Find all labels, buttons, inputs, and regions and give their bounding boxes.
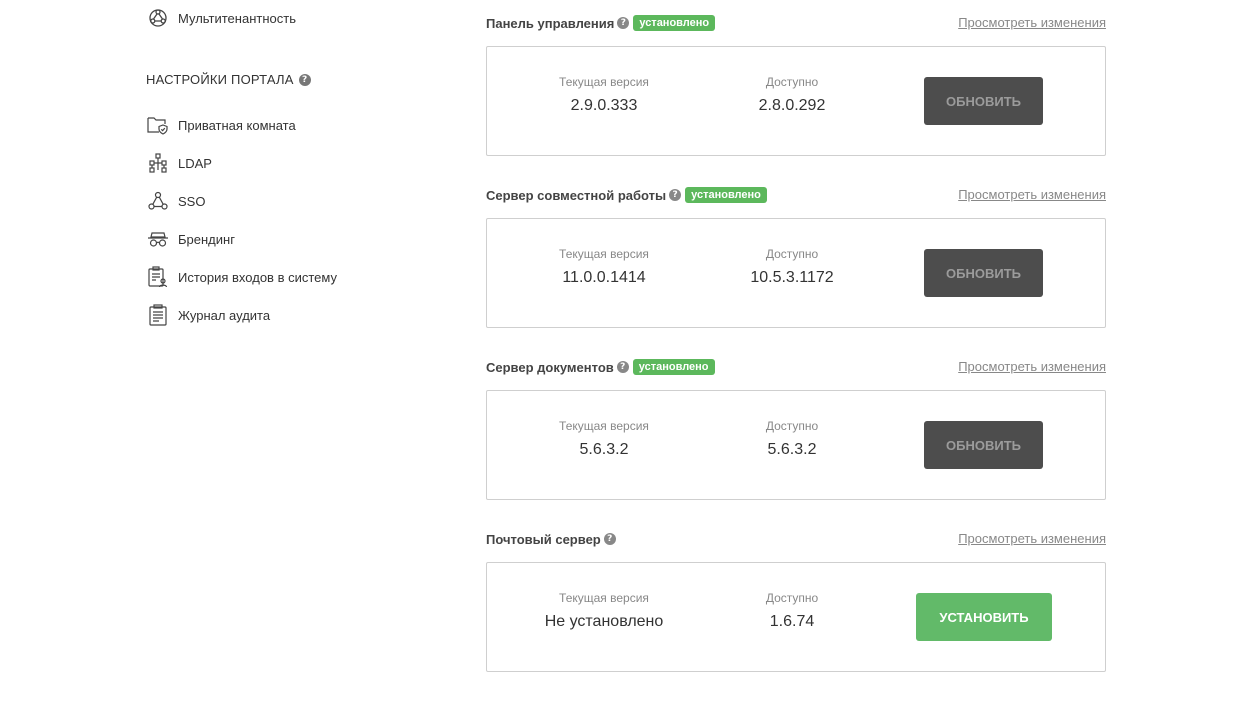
installed-badge: установлено (633, 15, 716, 31)
module-document-server: Сервер документов ? установлено Просмотр… (486, 355, 1106, 500)
module-box: Текущая версия 2.9.0.333 Доступно 2.8.0.… (486, 46, 1106, 156)
sidebar-item-label: Мультитенантность (178, 10, 296, 26)
module-box: Текущая версия Не установлено Доступно 1… (486, 562, 1106, 672)
available-value: 1.6.74 (769, 613, 815, 630)
help-icon[interactable]: ? (669, 189, 682, 201)
current-version: Текущая версия 5.6.3.2 (524, 419, 684, 459)
current-version-caption: Текущая версия (559, 75, 649, 89)
available-value: 10.5.3.1172 (750, 269, 834, 286)
sidebar-item-branding[interactable]: Брендинг (146, 227, 235, 251)
sidebar-item-private-room[interactable]: Приватная комната (146, 113, 296, 137)
update-button[interactable]: ОБНОВИТЬ (924, 249, 1043, 297)
view-changes-link[interactable]: Просмотреть изменения (958, 359, 1106, 374)
folder-shield-icon (146, 113, 170, 137)
available-version: Доступно 2.8.0.292 (712, 75, 872, 115)
current-version-value: Не установлено (544, 613, 664, 630)
sso-nodes-icon (146, 189, 170, 213)
available-caption: Доступно (765, 247, 819, 261)
globe-icon (146, 6, 170, 30)
module-header: Почтовый сервер ? Просмотреть изменения (486, 527, 1106, 551)
sidebar-item-multitenancy[interactable]: Мультитенантность (146, 6, 296, 30)
sidebar-item-label: Брендинг (178, 231, 235, 247)
mask-icon (146, 227, 170, 251)
module-header: Сервер документов ? установлено Просмотр… (486, 355, 1106, 379)
available-version: Доступно 5.6.3.2 (712, 419, 872, 459)
sidebar-item-label: SSO (178, 193, 206, 209)
available-value: 2.8.0.292 (758, 97, 826, 114)
audit-log-icon (146, 303, 170, 327)
module-title: Сервер совместной работы (486, 187, 667, 203)
current-version-caption: Текущая версия (559, 591, 649, 605)
sidebar-item-ldap[interactable]: LDAP (146, 151, 212, 175)
sidebar-item-audit-log[interactable]: Журнал аудита (146, 303, 270, 327)
sidebar-item-label: Приватная комната (178, 117, 296, 133)
available-value: 5.6.3.2 (767, 441, 817, 458)
current-version-value: 2.9.0.333 (570, 97, 638, 114)
current-version-value: 11.0.0.1414 (562, 269, 646, 286)
help-icon[interactable]: ? (616, 361, 629, 373)
update-button[interactable]: ОБНОВИТЬ (924, 421, 1043, 469)
module-title: Панель управления (486, 15, 615, 31)
available-version: Доступно 1.6.74 (712, 591, 872, 631)
module-title: Сервер документов (486, 359, 614, 375)
login-history-icon (146, 265, 170, 289)
ldap-tree-icon (146, 151, 170, 175)
view-changes-link[interactable]: Просмотреть изменения (958, 15, 1106, 30)
sidebar-item-sso[interactable]: SSO (146, 189, 205, 213)
section-title-text: НАСТРОЙКИ ПОРТАЛА (146, 72, 294, 87)
current-version-caption: Текущая версия (559, 419, 649, 433)
current-version: Текущая версия 11.0.0.1414 (524, 247, 684, 287)
module-collaboration-server: Сервер совместной работы ? установлено П… (486, 183, 1106, 328)
sidebar-item-label: LDAP (178, 155, 212, 171)
module-box: Текущая версия 11.0.0.1414 Доступно 10.5… (486, 218, 1106, 328)
module-mail-server: Почтовый сервер ? Просмотреть изменения … (486, 527, 1106, 672)
current-version-caption: Текущая версия (559, 247, 649, 261)
help-icon[interactable]: ? (603, 533, 616, 545)
current-version: Текущая версия Не установлено (524, 591, 684, 631)
view-changes-link[interactable]: Просмотреть изменения (958, 187, 1106, 202)
installed-badge: установлено (632, 359, 715, 375)
module-title: Почтовый сервер (486, 531, 601, 547)
module-header: Панель управления ? установлено Просмотр… (486, 11, 1106, 35)
sidebar-item-login-history[interactable]: История входов в систему (146, 265, 337, 289)
current-version-value: 5.6.3.2 (579, 441, 629, 458)
view-changes-link[interactable]: Просмотреть изменения (958, 531, 1106, 546)
update-button[interactable]: ОБНОВИТЬ (924, 77, 1043, 125)
portal-settings-heading: НАСТРОЙКИ ПОРТАЛА ? (146, 72, 311, 87)
help-icon[interactable]: ? (298, 73, 311, 86)
available-version: Доступно 10.5.3.1172 (712, 247, 872, 287)
module-header: Сервер совместной работы ? установлено П… (486, 183, 1106, 207)
installed-badge: установлено (685, 187, 767, 203)
module-control-panel: Панель управления ? установлено Просмотр… (486, 11, 1106, 156)
sidebar-item-label: Журнал аудита (178, 307, 271, 323)
available-caption: Доступно (765, 75, 819, 89)
install-button[interactable]: УСТАНОВИТЬ (916, 593, 1052, 641)
available-caption: Доступно (765, 591, 819, 605)
sidebar-item-label: История входов в систему (178, 269, 337, 285)
module-box: Текущая версия 5.6.3.2 Доступно 5.6.3.2 … (486, 390, 1106, 500)
help-icon[interactable]: ? (617, 17, 630, 29)
current-version: Текущая версия 2.9.0.333 (524, 75, 684, 115)
available-caption: Доступно (765, 419, 819, 433)
